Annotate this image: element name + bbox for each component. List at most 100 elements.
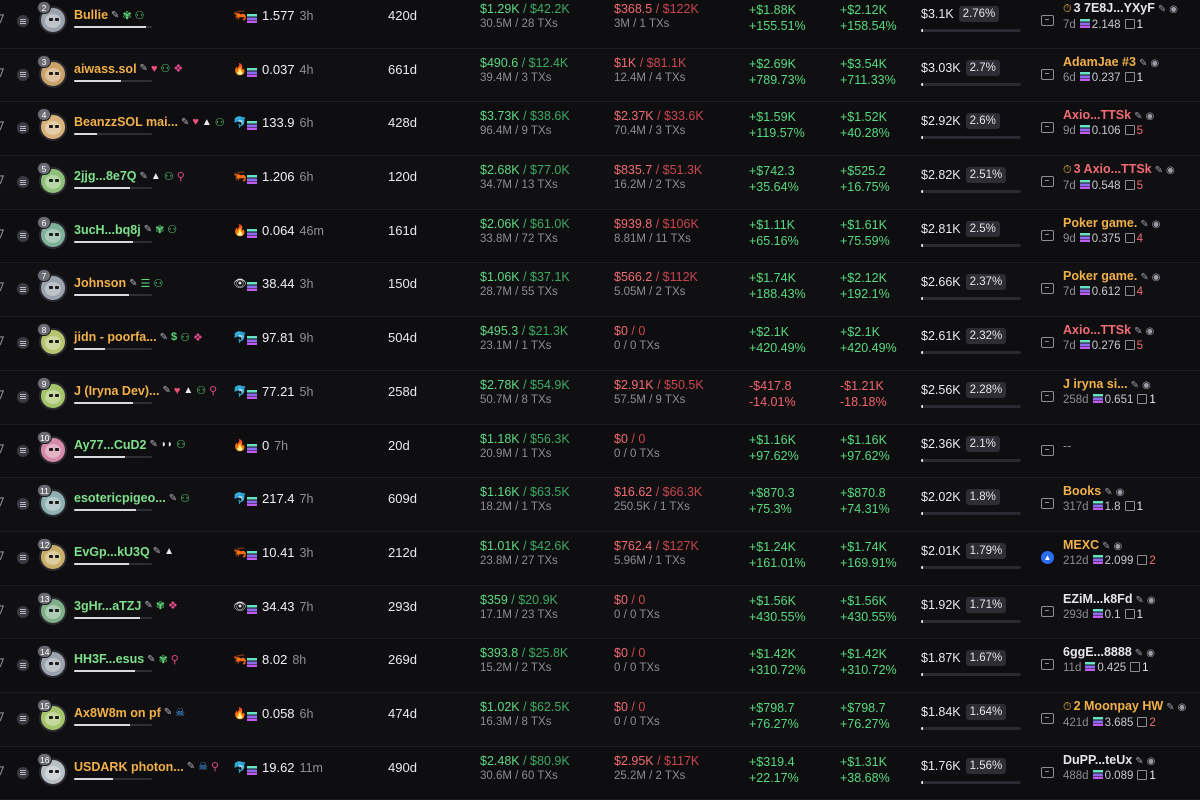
funding-source-icon[interactable] <box>1041 68 1054 80</box>
edit-icon[interactable]: ✎ <box>129 278 137 289</box>
funding-source-icon[interactable] <box>1041 766 1054 778</box>
table-row[interactable]: ∇ 10 Ay77...CuD2 ✎ ◗◗ ⚇ 🔥 0 7h 20d $1.18K / $56.3K… <box>0 424 1200 479</box>
funding-source-icon[interactable] <box>1041 283 1054 295</box>
edit-icon[interactable]: ✎ <box>1135 648 1143 659</box>
menu-icon[interactable] <box>17 390 29 403</box>
edit-icon[interactable]: ✎ <box>1139 58 1147 69</box>
filter-icon[interactable]: ∇ <box>0 227 6 241</box>
funding-source-icon[interactable] <box>1041 337 1054 349</box>
wallet-name[interactable]: 3gHr...aTZJ ✎ ✾ ❖ <box>74 599 178 613</box>
funding-name[interactable]: Poker game. <box>1063 216 1137 230</box>
menu-icon[interactable] <box>17 283 29 296</box>
wallet-name-text[interactable]: 3gHr...aTZJ <box>74 599 141 613</box>
edit-icon[interactable]: ✎ <box>1135 595 1143 606</box>
info-icon[interactable]: ◉ <box>1152 272 1161 283</box>
wallet-name-text[interactable]: jidn - poorfa... <box>74 330 157 344</box>
menu-icon[interactable] <box>17 122 29 135</box>
wallet-name-text[interactable]: 3ucH...bq8j <box>74 223 141 237</box>
funding-cell[interactable]: Books ✎ ◉ 317d 1.8 1 <box>1063 484 1143 513</box>
edit-icon[interactable]: ✎ <box>187 761 195 772</box>
filter-icon[interactable]: ∇ <box>0 442 6 456</box>
funding-cell[interactable]: AdamJae #3 ✎ ◉ 6d 0.237 1 <box>1063 55 1159 84</box>
funding-cell[interactable]: 6ggE...8888 ✎ ◉ 11d 0.425 1 <box>1063 645 1155 674</box>
funding-name[interactable]: Axio...TTSk <box>1063 108 1131 122</box>
info-icon[interactable]: ◉ <box>1145 111 1154 122</box>
edit-icon[interactable]: ✎ <box>1134 326 1142 337</box>
funding-name[interactable]: DuPP...teUx <box>1063 753 1132 767</box>
wallet-name-text[interactable]: Johnson <box>74 276 126 290</box>
edit-icon[interactable]: ✎ <box>181 117 189 128</box>
filter-icon[interactable]: ∇ <box>0 710 6 724</box>
funding-name[interactable]: J iryna si... <box>1063 377 1128 391</box>
funding-source-icon[interactable] <box>1041 229 1054 241</box>
funding-source-icon[interactable] <box>1041 444 1054 456</box>
funding-cell[interactable]: Axio...TTSk ✎ ◉ 9d 0.106 5 <box>1063 108 1154 137</box>
funding-source-icon[interactable] <box>1041 15 1054 26</box>
menu-icon[interactable] <box>17 766 29 779</box>
funding-cell[interactable]: ⏱ 2 Moonpay HW ✎ ◉ 421d 3.685 2 <box>1063 699 1186 729</box>
edit-icon[interactable]: ✎ <box>1134 111 1142 122</box>
wallet-name-text[interactable]: HH3F...esus <box>74 652 144 666</box>
edit-icon[interactable]: ✎ <box>144 224 152 235</box>
funding-name[interactable]: EZiM...k8Fd <box>1063 592 1132 606</box>
funding-cell[interactable]: J iryna si... ✎ ◉ 258d 0.651 1 <box>1063 377 1156 406</box>
wallet-name[interactable]: J (Iryna Dev)... ✎ ♥ ▲ ⚇ ⚲ <box>74 384 217 398</box>
filter-icon[interactable]: ∇ <box>0 119 6 133</box>
wallet-name[interactable]: aiwass.sol ✎ ♥ ⚇ ❖ <box>74 62 183 76</box>
menu-icon[interactable] <box>17 337 29 350</box>
menu-icon[interactable] <box>17 68 29 81</box>
menu-icon[interactable] <box>17 15 29 27</box>
info-icon[interactable]: ◉ <box>1114 541 1123 552</box>
edit-icon[interactable]: ✎ <box>1104 487 1112 498</box>
wallet-name[interactable]: BeanzzSOL mai... ✎ ♥ ▲ ⚇ <box>74 115 225 129</box>
wallet-name[interactable]: USDARK photon... ✎ ☠ ⚲ <box>74 760 219 774</box>
info-icon[interactable]: ◉ <box>1116 487 1125 498</box>
edit-icon[interactable]: ✎ <box>164 707 172 718</box>
funding-cell[interactable]: DuPP...teUx ✎ ◉ 488d 0.089 1 <box>1063 753 1156 782</box>
edit-icon[interactable]: ✎ <box>140 171 148 182</box>
menu-icon[interactable] <box>17 712 29 725</box>
filter-icon[interactable]: ∇ <box>0 764 6 778</box>
funding-name[interactable]: Books <box>1063 484 1101 498</box>
wallet-name[interactable]: jidn - poorfa... ✎ $ ⚇ ❖ <box>74 330 203 344</box>
table-row[interactable]: ∇ 11 esotericpigeo... ✎ ⚇ 🐬 217.4 7h 609d $1.16K … <box>0 478 1200 532</box>
table-row[interactable]: ∇ 6 3ucH...bq8j ✎ ✾ ⚇ 🔥 0.064 46m 161d $2.06K / $6… <box>0 209 1200 264</box>
table-row[interactable]: ∇ 15 Ax8W8m on pf ✎ ☠ 🔥 0.058 6h 474d $1.02K / $6… <box>0 692 1200 747</box>
wallet-name[interactable]: Bullie ✎ ✾ ⚇ <box>74 8 145 22</box>
wallet-name-text[interactable]: Ax8W8m on pf <box>74 706 161 720</box>
funding-name[interactable]: Poker game. <box>1063 269 1137 283</box>
funding-name[interactable]: 6ggE...8888 <box>1063 645 1132 659</box>
funding-name[interactable]: MEXC <box>1063 538 1099 552</box>
table-row[interactable]: ∇ 7 Johnson ✎ ☰ ⚇ 👁 38.44 3h 150d $1.06K / $37.1K 2… <box>0 263 1200 318</box>
wallet-name-text[interactable]: J (Iryna Dev)... <box>74 384 159 398</box>
funding-source-icon[interactable] <box>1041 390 1054 402</box>
funding-name[interactable]: AdamJae #3 <box>1063 55 1136 69</box>
table-row[interactable]: ∇ 13 3gHr...aTZJ ✎ ✾ ❖ 👁 34.43 7h 293d $359 / $20.… <box>0 585 1200 640</box>
wallet-name-text[interactable]: 2jjg...8e7Q <box>74 169 137 183</box>
filter-icon[interactable]: ∇ <box>0 173 6 187</box>
menu-icon[interactable] <box>17 176 29 189</box>
info-icon[interactable]: ◉ <box>1145 326 1154 337</box>
menu-icon[interactable] <box>17 605 29 618</box>
edit-icon[interactable]: ✎ <box>111 10 119 21</box>
info-icon[interactable]: ◉ <box>1152 219 1161 230</box>
filter-icon[interactable]: ∇ <box>0 280 6 294</box>
info-icon[interactable]: ◉ <box>1142 380 1151 391</box>
wallet-name-text[interactable]: esotericpigeo... <box>74 491 166 505</box>
wallet-name-text[interactable]: aiwass.sol <box>74 62 137 76</box>
edit-icon[interactable]: ✎ <box>160 332 168 343</box>
funding-cell[interactable]: ⏱ 3 Axio...TTSk ✎ ◉ 7d 0.548 5 <box>1063 162 1175 192</box>
wallet-name[interactable]: Ax8W8m on pf ✎ ☠ <box>74 706 185 720</box>
filter-icon[interactable]: ∇ <box>0 495 6 509</box>
edit-icon[interactable]: ✎ <box>1102 541 1110 552</box>
wallet-name-text[interactable]: Ay77...CuD2 <box>74 438 146 452</box>
filter-icon[interactable]: ∇ <box>0 549 6 563</box>
funding-name[interactable]: 2 Moonpay HW <box>1074 699 1164 713</box>
funding-source-icon[interactable] <box>1041 712 1054 724</box>
info-icon[interactable]: ◉ <box>1178 702 1187 713</box>
edit-icon[interactable]: ✎ <box>144 600 152 611</box>
funding-name[interactable]: -- <box>1063 439 1071 453</box>
menu-icon[interactable] <box>17 444 29 457</box>
funding-cell[interactable]: EZiM...k8Fd ✎ ◉ 293d 0.1 1 <box>1063 592 1156 621</box>
funding-cell[interactable]: Poker game. ✎ ◉ 7d 0.612 4 <box>1063 269 1160 298</box>
